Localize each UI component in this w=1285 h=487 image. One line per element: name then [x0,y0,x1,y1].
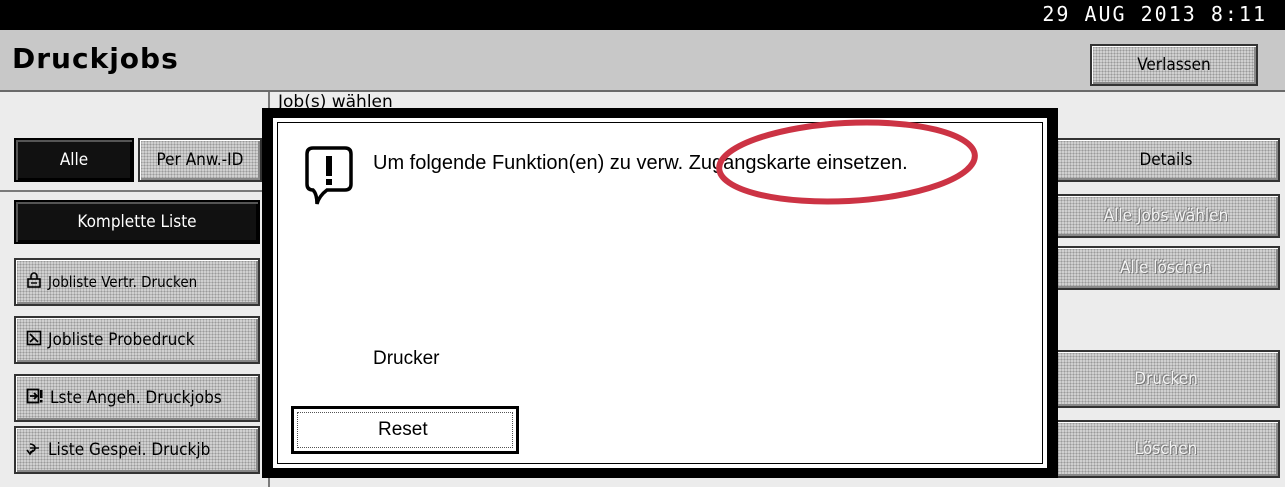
full-list-button[interactable]: Komplette Liste [14,200,260,244]
hold-print-icon [26,388,44,409]
reset-button[interactable]: Reset [291,406,519,454]
page-title: Druckjobs [12,42,179,75]
filter-all-label: Alle [59,150,89,170]
lock-icon [26,271,42,293]
delete-all-label: Alle löschen [1119,258,1212,278]
stored-print-icon [26,439,42,462]
details-label: Details [1139,150,1193,170]
sidebar-item-sample-print[interactable]: Jobliste Probedruck [14,316,260,364]
sidebar-item-stored-print[interactable]: Liste Gespei. Druckjb [14,426,260,474]
full-list-label: Komplette Liste [77,212,197,232]
status-bar: 29 AUG 2013 8:11 [0,0,1285,30]
sidebar-item-locked-print[interactable]: Jobliste Vertr. Drucken [14,258,260,306]
exit-button-label: Verlassen [1137,55,1211,75]
select-all-jobs-label: Alle Jobs wählen [1103,206,1229,226]
select-all-jobs-button[interactable]: Alle Jobs wählen [1052,194,1280,238]
warning-icon [305,146,353,205]
sidebar-item-held-print[interactable]: Lste Angeh. Druckjobs [14,374,260,422]
filter-all-button[interactable]: Alle [14,138,134,182]
reset-button-focus [297,412,513,448]
divider [0,190,268,192]
filter-user-id-button[interactable]: Per Anw.-ID [138,138,262,182]
datetime: 29 AUG 2013 8:11 [1042,2,1267,26]
delete-button[interactable]: Löschen [1052,420,1280,478]
sidebar-item-label: Lste Angeh. Druckjobs [50,388,222,408]
delete-all-button[interactable]: Alle löschen [1052,246,1280,290]
details-button[interactable]: Details [1052,138,1280,182]
annotation-ellipse [716,119,978,205]
exit-button[interactable]: Verlassen [1090,44,1258,86]
delete-label: Löschen [1134,439,1198,459]
sidebar-item-label: Liste Gespei. Druckjb [48,440,211,460]
filter-user-id-label: Per Anw.-ID [156,150,244,170]
print-label: Drucken [1134,369,1198,389]
sidebar-item-label: Jobliste Vertr. Drucken [48,273,198,291]
print-button[interactable]: Drucken [1052,350,1280,408]
sample-print-icon [26,330,42,351]
sidebar-item-label: Jobliste Probedruck [48,330,195,350]
dialog-function-label: Drucker [373,348,440,369]
header: Druckjobs Verlassen [0,30,1285,92]
